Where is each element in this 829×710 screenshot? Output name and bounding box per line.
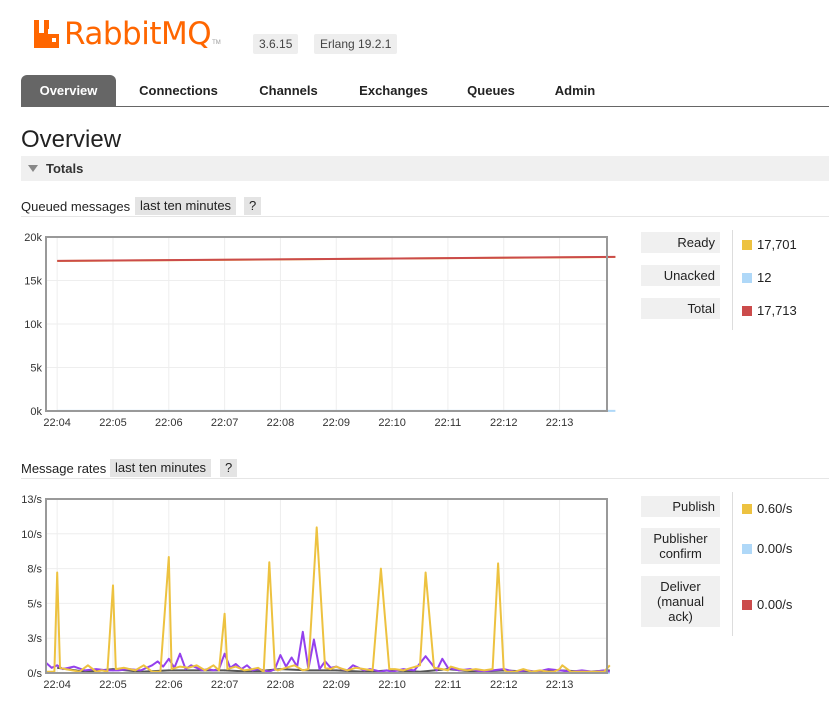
legend-swatch	[742, 306, 752, 316]
x-tick-label: 22:04	[43, 417, 71, 429]
y-tick-label: 10/s	[21, 529, 42, 541]
message-rates-chart: 0/s 3/s 5/s 8/s 10/s 13/s 22:04 22:05 22:06 22:07…	[21, 494, 611, 691]
page-title: Overview	[21, 126, 122, 153]
x-tick-label: 22:10	[378, 679, 406, 691]
y-tick-label: 3/s	[27, 633, 42, 645]
section-title: Totals	[46, 161, 84, 176]
legend-divider	[732, 230, 733, 330]
y-tick-label: 13/s	[21, 494, 42, 506]
y-tick-label: 0k	[30, 406, 42, 418]
tab-connections[interactable]: Connections	[126, 75, 231, 107]
y-tick-label: 5/s	[27, 598, 42, 610]
x-tick-label: 22:08	[267, 679, 295, 691]
legend-name: Publisher confirm	[641, 528, 720, 564]
rabbit-icon	[34, 20, 59, 48]
x-tick-label: 22:09	[323, 417, 351, 429]
main-nav-tabs: Overview Connections Channels Exchanges …	[21, 75, 829, 107]
legend-name: Deliver (manual ack)	[641, 576, 720, 627]
legend-swatch	[742, 240, 752, 250]
rabbitmq-logo[interactable]: RabbitMQ TM	[32, 15, 221, 53]
logo-trademark: TM	[212, 40, 221, 46]
message-rates-header: Message rates last ten minutes ?	[21, 459, 829, 479]
legend-swatch	[742, 600, 752, 610]
legend-swatch	[742, 273, 752, 283]
rabbitmq-version-badge: 3.6.15	[253, 34, 299, 54]
message-rates-label: Message rates	[21, 461, 107, 476]
y-tick-label: 5k	[30, 363, 42, 375]
legend-swatch	[742, 544, 752, 554]
x-tick-label: 22:07	[211, 417, 239, 429]
x-tick-label: 22:12	[490, 679, 518, 691]
queued-range-selector[interactable]: last ten minutes	[135, 197, 237, 215]
x-tick-label: 22:13	[546, 417, 574, 429]
x-tick-label: 22:12	[490, 417, 518, 429]
rates-help-button[interactable]: ?	[220, 459, 238, 477]
x-tick-label: 22:06	[155, 417, 183, 429]
x-tick-label: 22:05	[99, 679, 127, 691]
tab-channels[interactable]: Channels	[246, 75, 331, 107]
collapse-arrow-icon	[28, 165, 38, 172]
tab-queues[interactable]: Queues	[456, 75, 526, 107]
x-tick-label: 22:08	[267, 417, 295, 429]
tab-admin[interactable]: Admin	[541, 75, 609, 107]
legend-divider	[732, 492, 733, 636]
tab-overview[interactable]: Overview	[21, 75, 116, 107]
x-tick-label: 22:11	[435, 679, 462, 691]
legend-name: Publish	[641, 496, 720, 517]
legend-value: 17,701	[757, 237, 797, 252]
x-tick-label: 22:11	[435, 417, 462, 429]
legend-value: 0.00/s	[757, 597, 793, 612]
y-tick-label: 10k	[24, 319, 42, 331]
legend-value: 0.60/s	[757, 501, 793, 516]
totals-section-toggle[interactable]: Totals	[21, 156, 829, 181]
tab-exchanges[interactable]: Exchanges	[346, 75, 441, 107]
x-tick-label: 22:04	[43, 679, 71, 691]
erlang-version-badge: Erlang 19.2.1	[314, 34, 398, 54]
y-tick-label: 20k	[24, 232, 42, 244]
legend-value: 12	[757, 270, 772, 285]
logo-wordmark: RabbitMQ	[64, 16, 212, 52]
rates-plot-area	[46, 499, 607, 673]
y-tick-label: 0/s	[27, 668, 42, 680]
queued-messages-chart: 0k 5k 10k 15k 20k 22:04 22:05 22:06 22:07 22:08 22…	[24, 232, 616, 429]
queued-help-button[interactable]: ?	[244, 197, 262, 215]
legend-name: Total	[641, 298, 720, 319]
x-tick-label: 22:09	[323, 679, 351, 691]
y-tick-label: 8/s	[27, 564, 42, 576]
queued-messages-header: Queued messages last ten minutes ?	[21, 197, 829, 217]
y-tick-label: 15k	[24, 276, 42, 288]
legend-name: Unacked	[641, 265, 720, 286]
rates-range-selector[interactable]: last ten minutes	[110, 459, 212, 477]
queued-messages-label: Queued messages	[21, 199, 131, 214]
legend-name: Ready	[641, 232, 720, 253]
x-tick-label: 22:06	[155, 679, 183, 691]
x-tick-label: 22:05	[99, 417, 127, 429]
x-tick-label: 22:10	[378, 417, 406, 429]
legend-swatch	[742, 504, 752, 514]
legend-value: 17,713	[757, 303, 797, 318]
x-tick-label: 22:07	[211, 679, 239, 691]
legend-value: 0.00/s	[757, 541, 793, 556]
x-tick-label: 22:13	[546, 679, 574, 691]
